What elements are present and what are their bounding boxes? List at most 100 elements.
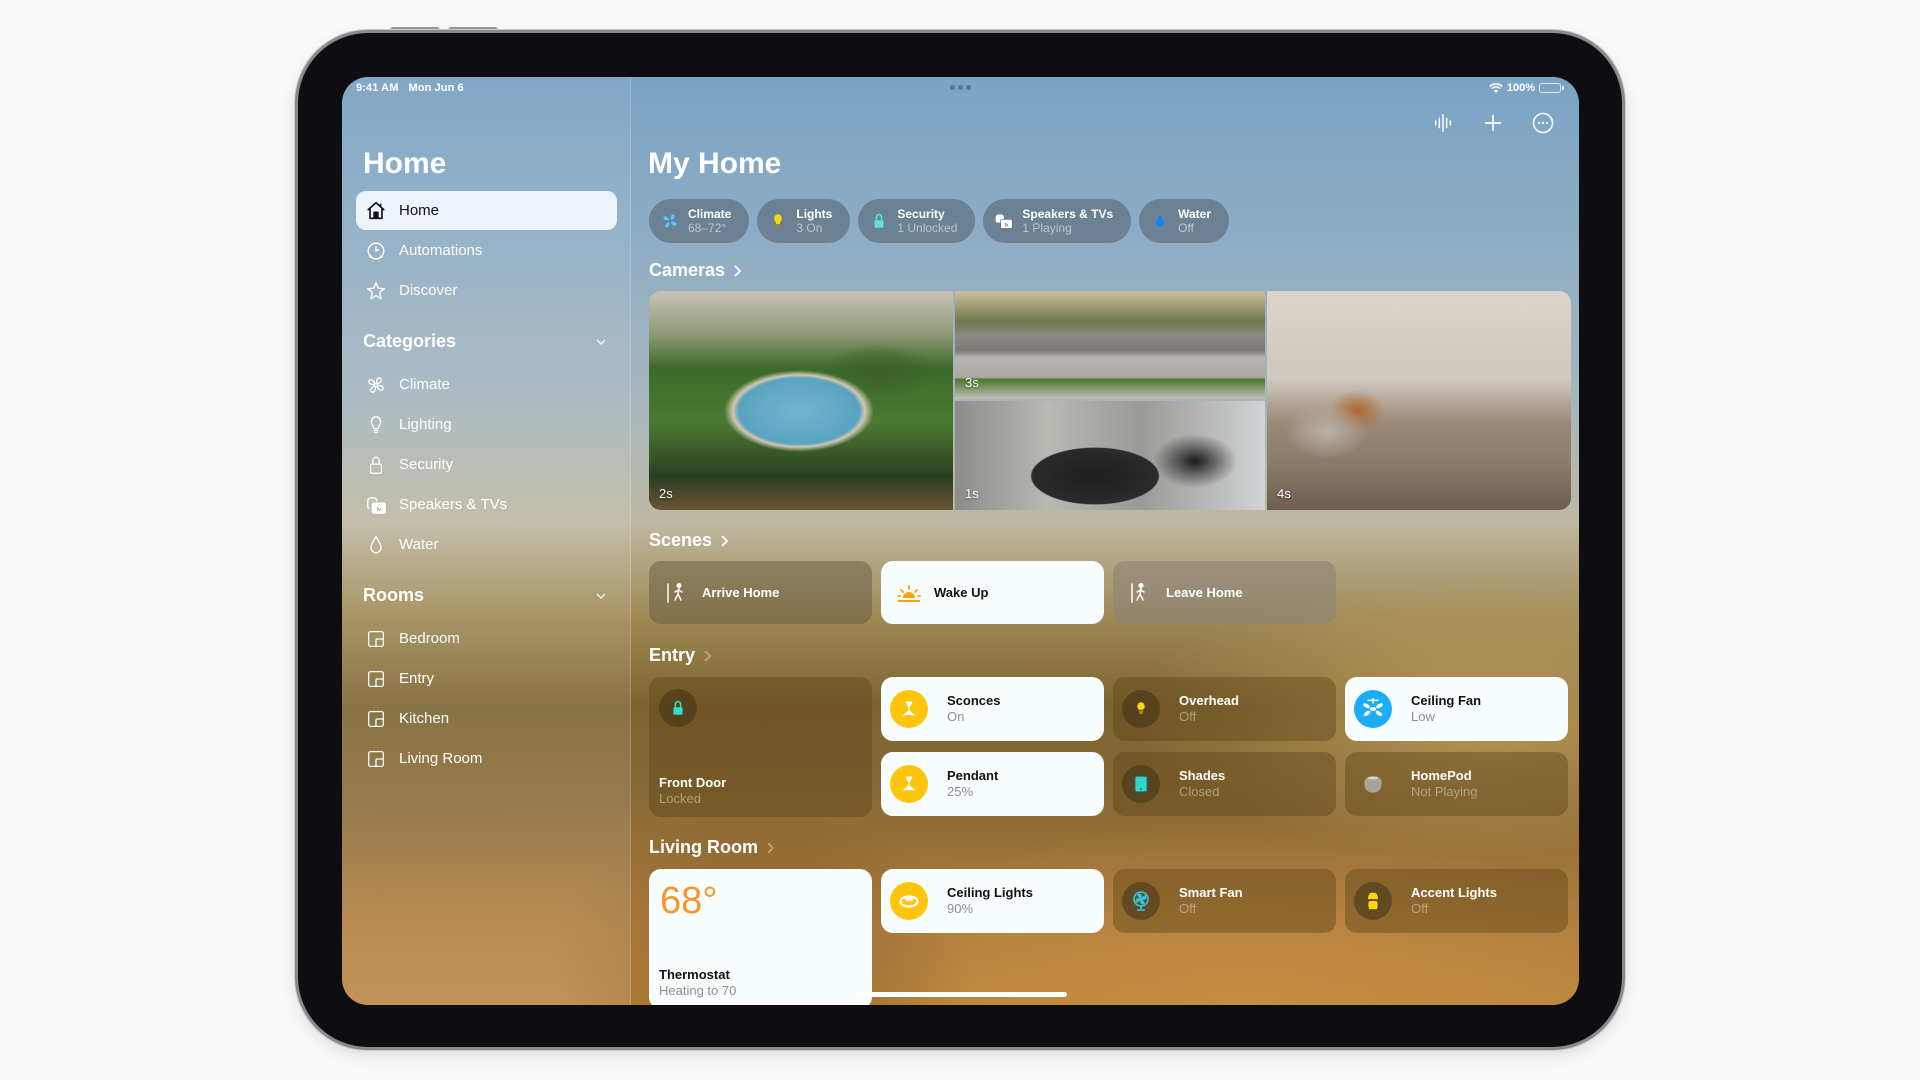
tile-ceiling-fan[interactable]: Ceiling Fan Low xyxy=(1345,677,1568,741)
tile-pendant[interactable]: Pendant 25% xyxy=(881,752,1104,816)
camera-feed-street[interactable]: 3s xyxy=(955,291,1265,399)
camera-feed-pool[interactable]: 2s xyxy=(649,291,953,510)
room-icon xyxy=(364,667,388,691)
tile-name: HomePod xyxy=(1411,768,1472,783)
svg-text:tv: tv xyxy=(377,506,382,512)
sidebar-item-kitchen[interactable]: Kitchen xyxy=(356,699,617,738)
tile-front-door[interactable]: Front Door Locked xyxy=(649,677,872,817)
clock-icon xyxy=(364,239,388,263)
tile-name: Front Door xyxy=(659,775,727,790)
multitasking-menu[interactable] xyxy=(950,85,971,90)
tile-smart-fan[interactable]: Smart Fan Off xyxy=(1113,869,1336,933)
sidebar-item-security[interactable]: Security xyxy=(356,445,617,484)
status-time: 9:41 AM xyxy=(356,82,399,94)
rooms-header[interactable]: Rooms xyxy=(363,585,608,606)
battery-icon xyxy=(1539,83,1564,93)
pill-lights[interactable]: Lights 3 On xyxy=(757,199,851,243)
sidebar-item-climate[interactable]: Climate xyxy=(356,365,617,404)
rooms-heading: Rooms xyxy=(363,585,425,605)
cameras-header[interactable]: Cameras xyxy=(649,260,743,281)
pill-subtitle: 68–72° xyxy=(688,221,727,235)
pill-title: Security xyxy=(897,207,945,221)
tile-status: Not Playing xyxy=(1411,784,1478,799)
thermostat-temperature: 68° xyxy=(660,880,718,922)
lightbulb-icon xyxy=(364,413,388,437)
tile-sconces[interactable]: Sconces On xyxy=(881,677,1104,741)
entry-header[interactable]: Entry xyxy=(649,645,713,666)
sidebar-item-label: Kitchen xyxy=(399,710,450,727)
pill-climate[interactable]: Climate 68–72° xyxy=(649,199,750,243)
sidebar-item-home[interactable]: Home xyxy=(356,191,617,230)
waveform-icon[interactable] xyxy=(1431,111,1455,135)
sidebar-item-label: Entry xyxy=(399,670,435,687)
pill-title: Speakers & TVs xyxy=(1022,207,1114,221)
camera-grid: 2s 3s 1s 4s xyxy=(649,291,1571,510)
tile-status: Closed xyxy=(1179,784,1220,799)
camera-feed-living-room[interactable]: 4s xyxy=(1267,291,1571,510)
tile-ceiling-lights[interactable]: Ceiling Lights 90% xyxy=(881,869,1104,933)
tile-shades[interactable]: Shades Closed xyxy=(1113,752,1336,816)
sidebar-item-discover[interactable]: Discover xyxy=(356,271,617,310)
pill-water[interactable]: Water Off xyxy=(1139,199,1230,243)
scene-label: Leave Home xyxy=(1166,585,1243,600)
pill-speakers-tvs[interactable]: tv Speakers & TVs 1 Playing xyxy=(983,199,1132,243)
tile-status: 25% xyxy=(947,784,974,799)
chevron-down-icon xyxy=(596,338,606,345)
tile-status: Off xyxy=(1411,901,1429,916)
house-icon xyxy=(364,199,388,223)
scene-arrive-home[interactable]: Arrive Home xyxy=(649,561,872,624)
tile-thermostat[interactable]: 68° Thermostat Heating to 70 xyxy=(649,869,872,1005)
camera-timestamp: 2s xyxy=(659,486,673,501)
tile-accent-lights[interactable]: Accent Lights Off xyxy=(1345,869,1568,933)
lightbulb-icon xyxy=(768,210,788,232)
status-date: Mon Jun 6 xyxy=(408,82,464,94)
sidebar-item-label: Discover xyxy=(399,282,458,299)
home-indicator[interactable] xyxy=(854,992,1067,997)
sidebar-item-label: Water xyxy=(399,536,439,553)
ceiling-light-icon xyxy=(890,882,928,920)
star-icon xyxy=(364,279,388,303)
camera-feed-garage[interactable]: 1s xyxy=(955,401,1265,510)
tile-status: Heating to 70 xyxy=(659,983,737,998)
lamp-icon xyxy=(1354,882,1392,920)
plus-icon[interactable] xyxy=(1481,111,1505,135)
sidebar-item-speakers-tvs[interactable]: tv Speakers & TVs xyxy=(356,485,617,524)
more-icon[interactable] xyxy=(1531,111,1555,135)
fan-icon xyxy=(660,210,680,232)
ceiling-fan-icon xyxy=(1354,690,1392,728)
room-icon xyxy=(364,747,388,771)
water-drop-icon xyxy=(364,533,388,557)
pill-title: Climate xyxy=(688,207,732,221)
tile-homepod[interactable]: HomePod Not Playing xyxy=(1345,752,1568,816)
room-icon xyxy=(364,627,388,651)
sidebar-item-water[interactable]: Water xyxy=(356,525,617,564)
sidebar-item-automations[interactable]: Automations xyxy=(356,231,617,270)
scenes-header[interactable]: Scenes xyxy=(649,530,730,551)
tile-name: Smart Fan xyxy=(1179,885,1243,900)
status-pills: Climate 68–72° Lights 3 On Security 1 Unloc… xyxy=(649,199,1230,243)
camera-timestamp: 4s xyxy=(1277,486,1291,501)
tile-status: Locked xyxy=(659,791,701,806)
categories-header[interactable]: Categories xyxy=(363,331,608,352)
sconce-icon xyxy=(890,690,928,728)
pill-security[interactable]: Security 1 Unlocked xyxy=(858,199,976,243)
sidebar-item-bedroom[interactable]: Bedroom xyxy=(356,619,617,658)
lock-icon xyxy=(364,453,388,477)
pill-subtitle: 1 Playing xyxy=(1022,221,1072,235)
homepod-icon xyxy=(1354,765,1392,803)
sidebar-item-living-room[interactable]: Living Room xyxy=(356,739,617,778)
sidebar-item-lighting[interactable]: Lighting xyxy=(356,405,617,444)
tile-overhead[interactable]: Overhead Off xyxy=(1113,677,1336,741)
svg-text:tv: tv xyxy=(1005,222,1009,228)
chevron-right-icon xyxy=(734,264,742,277)
sidebar-item-label: Home xyxy=(399,202,440,219)
sidebar: Home Home Automations Discover Categorie… xyxy=(342,77,631,1005)
scene-leave-home[interactable]: Leave Home xyxy=(1113,561,1336,624)
pill-title: Water xyxy=(1178,207,1212,221)
scene-wake-up[interactable]: Wake Up xyxy=(881,561,1104,624)
sidebar-item-entry[interactable]: Entry xyxy=(356,659,617,698)
desk-fan-icon xyxy=(1122,882,1160,920)
sidebar-item-label: Speakers & TVs xyxy=(399,496,508,513)
living-room-header[interactable]: Living Room xyxy=(649,837,776,858)
tile-name: Accent Lights xyxy=(1411,885,1497,900)
